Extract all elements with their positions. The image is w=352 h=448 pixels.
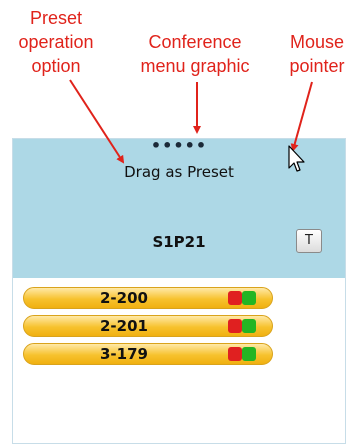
status-green-icon [242, 319, 256, 333]
participant-row[interactable]: 2-201 [23, 315, 273, 337]
participant-list: 2-200 2-201 3-179 [23, 287, 273, 371]
status-green-icon [242, 347, 256, 361]
drag-as-preset-label[interactable]: Drag as Preset [13, 163, 345, 181]
annotation-line: operation [18, 32, 94, 52]
participant-name: 3-179 [100, 345, 148, 363]
participant-name: 2-201 [100, 317, 148, 335]
annotation-line: menu graphic [140, 56, 250, 76]
annotation-line: option [31, 56, 81, 76]
preset-operation-annotation: Preset operation option [0, 6, 112, 78]
status-red-icon [228, 347, 242, 361]
conference-header[interactable]: ••••• Drag as Preset S1P21 T [13, 138, 345, 278]
participant-name: 2-200 [100, 289, 148, 307]
annotation-line: Preset [29, 8, 83, 28]
participant-row[interactable]: 3-179 [23, 343, 273, 365]
t-button[interactable]: T [296, 229, 322, 253]
conference-panel[interactable]: ••••• Drag as Preset S1P21 T 2-200 2-201… [12, 138, 346, 444]
conference-menu-annotation: Conference menu graphic [124, 30, 266, 78]
annotation-line: Conference [148, 32, 242, 52]
status-green-icon [242, 291, 256, 305]
mouse-pointer-annotation: Mouse pointer [282, 30, 352, 78]
participant-row[interactable]: 2-200 [23, 287, 273, 309]
screenshot-stage: Preset operation option Conference menu … [0, 0, 352, 448]
annotation-line: Mouse [289, 32, 345, 52]
status-red-icon [228, 291, 242, 305]
status-red-icon [228, 319, 242, 333]
annotation-line: pointer [289, 56, 345, 76]
conference-menu-icon[interactable]: ••••• [13, 138, 345, 154]
